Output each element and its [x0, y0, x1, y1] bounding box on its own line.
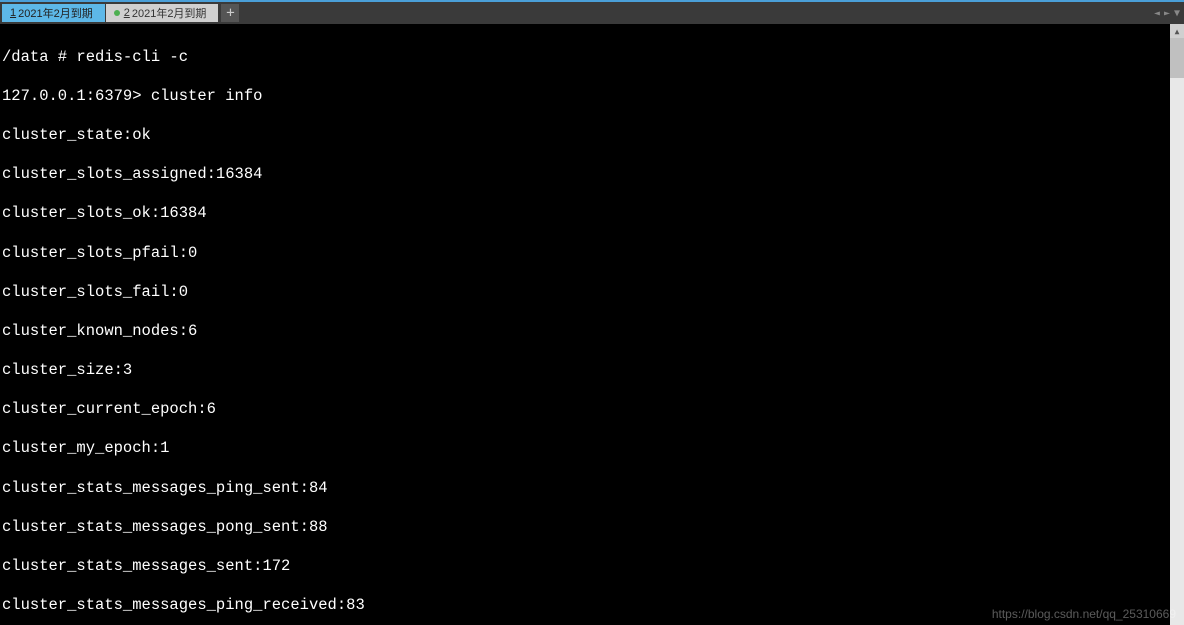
- terminal-output[interactable]: /data # redis-cli -c 127.0.0.1:6379> clu…: [0, 24, 1184, 625]
- watermark-text: https://blog.csdn.net/qq_25310669: [992, 607, 1176, 621]
- add-tab-button[interactable]: +: [221, 4, 239, 22]
- scroll-up-icon[interactable]: ▲: [1170, 24, 1184, 38]
- tab-label: 2021年2月到期: [132, 5, 207, 21]
- redis-prompt: 127.0.0.1:6379>: [2, 87, 151, 105]
- output-line: cluster_size:3: [2, 361, 1182, 381]
- command-text: cluster info: [151, 87, 263, 105]
- output-line: cluster_my_epoch:1: [2, 439, 1182, 459]
- command-text: redis-cli -c: [76, 48, 188, 66]
- nav-left-icon[interactable]: ◄: [1154, 8, 1160, 19]
- status-indicator-icon: [114, 10, 120, 16]
- shell-prompt: /data #: [2, 48, 76, 66]
- output-line: cluster_stats_messages_pong_sent:88: [2, 518, 1182, 538]
- tab-2[interactable]: 2 2021年2月到期: [106, 4, 219, 22]
- output-line: cluster_slots_fail:0: [2, 283, 1182, 303]
- vertical-scrollbar[interactable]: ▲: [1170, 24, 1184, 625]
- output-line: cluster_slots_pfail:0: [2, 244, 1182, 264]
- scrollbar-thumb[interactable]: [1170, 38, 1184, 78]
- window-frame: 1 2021年2月到期 2 2021年2月到期 + ◄ ► ▼ /data # …: [0, 0, 1184, 625]
- tab-1[interactable]: 1 2021年2月到期: [2, 4, 105, 22]
- tab-label: 2021年2月到期: [18, 5, 93, 21]
- output-line: cluster_state:ok: [2, 126, 1182, 146]
- nav-right-icon[interactable]: ►: [1164, 8, 1170, 19]
- tab-navigation: ◄ ► ▼: [1154, 8, 1180, 19]
- output-line: cluster_current_epoch:6: [2, 400, 1182, 420]
- tab-number: 2: [124, 7, 130, 19]
- output-line: cluster_known_nodes:6: [2, 322, 1182, 342]
- tab-bar: 1 2021年2月到期 2 2021年2月到期 + ◄ ► ▼: [0, 2, 1184, 24]
- output-line: cluster_stats_messages_sent:172: [2, 557, 1182, 577]
- output-line: cluster_slots_assigned:16384: [2, 165, 1182, 185]
- output-line: cluster_slots_ok:16384: [2, 204, 1182, 224]
- nav-down-icon[interactable]: ▼: [1174, 8, 1180, 19]
- tab-number: 1: [10, 7, 16, 19]
- output-line: cluster_stats_messages_ping_sent:84: [2, 479, 1182, 499]
